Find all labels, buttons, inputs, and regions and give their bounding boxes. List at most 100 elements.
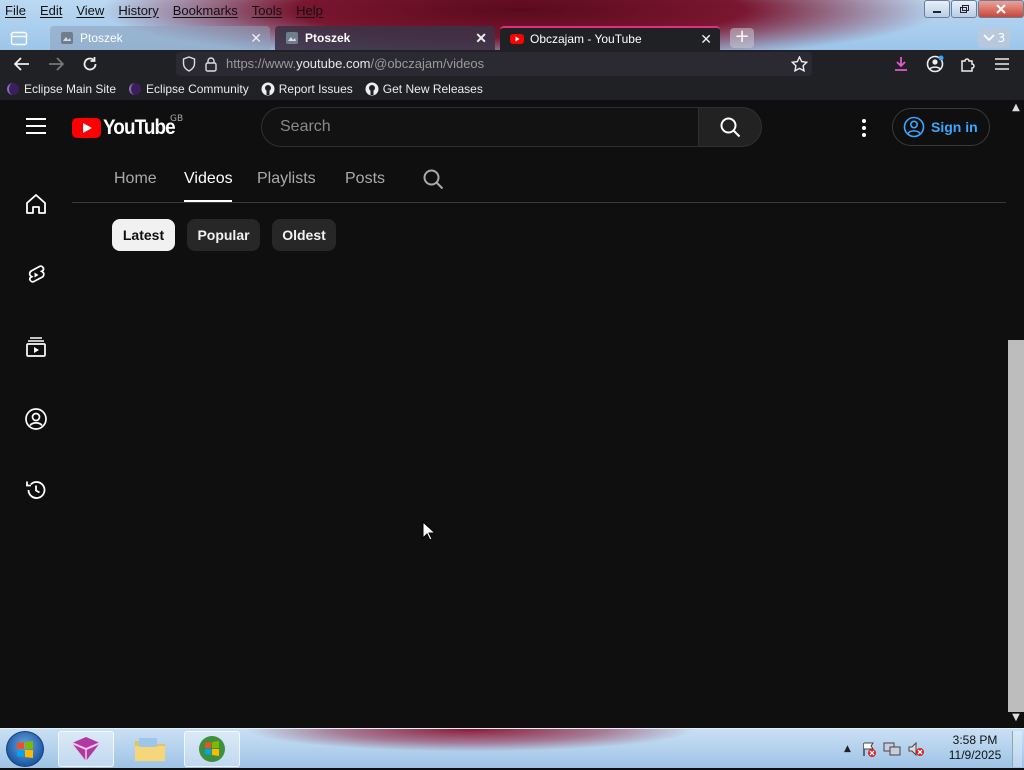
- guide-home[interactable]: [22, 190, 50, 218]
- volume-muted-icon[interactable]: [907, 741, 925, 757]
- youtube-logo-text: YouTube: [103, 116, 176, 139]
- navigation-bar: https://www.youtube.com/@obczajam/videos: [0, 50, 1024, 78]
- guide-you[interactable]: [22, 405, 50, 433]
- minimize-button[interactable]: [924, 0, 950, 18]
- search-button[interactable]: [698, 107, 762, 147]
- chip-latest[interactable]: Latest: [112, 219, 175, 251]
- bookmark-get-new-releases[interactable]: Get New Releases: [365, 82, 483, 96]
- bookmark-star-icon[interactable]: [791, 56, 808, 72]
- history-icon: [26, 481, 46, 499]
- guide-shorts[interactable]: [22, 261, 50, 289]
- user-circle-icon: [25, 408, 47, 430]
- menu-tools[interactable]: Tools: [252, 3, 282, 18]
- youtube-play-icon: [72, 118, 101, 138]
- tab-count: 3: [997, 31, 1006, 45]
- tab-list-button[interactable]: [8, 28, 30, 48]
- plus-icon: +: [734, 26, 750, 47]
- tab-close-icon[interactable]: ✕: [250, 30, 262, 47]
- scroll-up-arrow-icon[interactable]: ▲: [1010, 102, 1022, 114]
- maximize-button[interactable]: [951, 0, 977, 18]
- clock-date: 11/9/2025: [948, 748, 1002, 762]
- browser-logo-icon: [71, 737, 101, 761]
- close-icon: [996, 4, 1006, 14]
- youtube-page: YouTube GB Sign in: [0, 100, 1024, 728]
- sign-in-label: Sign in: [931, 119, 978, 135]
- start-button[interactable]: [6, 731, 44, 767]
- chevron-down-icon: [983, 34, 995, 42]
- scrollbar-thumb[interactable]: [1008, 340, 1024, 712]
- search-box: [261, 107, 699, 147]
- tab-youtube[interactable]: Obczajam - YouTube ✕: [500, 26, 720, 50]
- tab-title: Ptoszek: [80, 31, 123, 45]
- tab-ptoszek-2[interactable]: Ptoszek ✕: [275, 26, 495, 50]
- forward-button[interactable]: [45, 54, 67, 74]
- home-icon: [26, 194, 46, 214]
- guide-history[interactable]: [22, 476, 50, 504]
- restore-icon: [960, 5, 969, 13]
- tab-posts[interactable]: Posts: [345, 170, 385, 188]
- taskbar-clock[interactable]: 3:58 PM 11/9/2025: [945, 733, 1005, 763]
- page-favicon-icon: [286, 32, 298, 44]
- url-text: https://www.youtube.com/@obczajam/videos: [226, 56, 485, 71]
- scroll-down-arrow-icon[interactable]: ▼: [1010, 712, 1022, 724]
- account-circle-icon: [926, 55, 944, 73]
- network-icon[interactable]: [883, 741, 901, 757]
- chip-oldest[interactable]: Oldest: [272, 219, 336, 251]
- window-controls: [923, 0, 1024, 18]
- channel-search-button[interactable]: [422, 168, 444, 190]
- subscriptions-icon: [26, 337, 46, 357]
- tab-title: Ptoszek: [305, 31, 351, 45]
- minimize-icon: [933, 11, 941, 13]
- clock-time: 3:58 PM: [952, 733, 998, 747]
- taskbar-media-button[interactable]: [184, 731, 240, 767]
- new-tab-button[interactable]: +: [730, 28, 754, 48]
- menu-file[interactable]: File: [5, 3, 26, 18]
- menu-view[interactable]: View: [76, 3, 104, 18]
- tab-playlists[interactable]: Playlists: [257, 170, 316, 188]
- youtube-masthead: YouTube GB Sign in: [0, 100, 1008, 156]
- bookmark-eclipse-community[interactable]: Eclipse Community: [128, 82, 249, 96]
- search-icon: [720, 117, 741, 138]
- bookmarks-toolbar: Eclipse Main Site Eclipse Community Repo…: [0, 78, 1024, 100]
- menu-bookmarks[interactable]: Bookmarks: [173, 3, 238, 18]
- app-menu-button[interactable]: [991, 54, 1013, 74]
- taskbar-browser-button[interactable]: [58, 731, 114, 767]
- tab-close-icon[interactable]: ✕: [475, 30, 487, 47]
- tab-ptoszek-1[interactable]: Ptoszek ✕: [50, 26, 270, 50]
- bookmark-report-issues[interactable]: Report Issues: [261, 82, 353, 96]
- guide-menu-button[interactable]: [26, 118, 46, 136]
- bookmark-eclipse-main[interactable]: Eclipse Main Site: [6, 82, 116, 96]
- tab-home[interactable]: Home: [114, 170, 157, 188]
- address-bar[interactable]: https://www.youtube.com/@obczajam/videos: [176, 52, 812, 76]
- reload-button[interactable]: [79, 54, 101, 74]
- sign-in-button[interactable]: Sign in: [892, 108, 990, 146]
- action-center-flag-icon[interactable]: [861, 741, 877, 757]
- close-window-button[interactable]: [978, 0, 1024, 18]
- show-desktop-button[interactable]: [1012, 731, 1022, 767]
- active-tab-underline: [184, 200, 232, 202]
- youtube-logo[interactable]: YouTube GB: [72, 114, 183, 140]
- menu-edit[interactable]: Edit: [40, 3, 62, 18]
- tab-strip: Ptoszek ✕ Ptoszek ✕ Obczajam - YouTube ✕…: [0, 26, 1024, 50]
- tab-close-icon[interactable]: ✕: [700, 31, 712, 48]
- tab-title: Obczajam - YouTube: [530, 32, 642, 46]
- account-button[interactable]: [924, 54, 946, 74]
- settings-more-button[interactable]: [860, 119, 868, 137]
- tray-expand-icon[interactable]: ▲: [844, 744, 851, 754]
- search-input[interactable]: [278, 116, 678, 138]
- mini-guide: [0, 156, 72, 728]
- back-button[interactable]: [11, 54, 33, 74]
- taskbar-explorer-button[interactable]: [122, 731, 178, 767]
- menu-help[interactable]: Help: [296, 3, 323, 18]
- menu-history[interactable]: History: [118, 3, 158, 18]
- extensions-button[interactable]: [957, 54, 979, 74]
- downloads-button[interactable]: [890, 54, 912, 74]
- hamburger-icon: [995, 58, 1009, 70]
- youtube-favicon-icon: [510, 34, 524, 44]
- guide-subscriptions[interactable]: [22, 333, 50, 361]
- tab-videos[interactable]: Videos: [184, 170, 233, 188]
- tracking-shield-icon: [182, 56, 196, 72]
- arrow-left-icon: [14, 57, 29, 71]
- chip-popular[interactable]: Popular: [187, 219, 260, 251]
- tab-overflow-button[interactable]: 3: [978, 28, 1010, 48]
